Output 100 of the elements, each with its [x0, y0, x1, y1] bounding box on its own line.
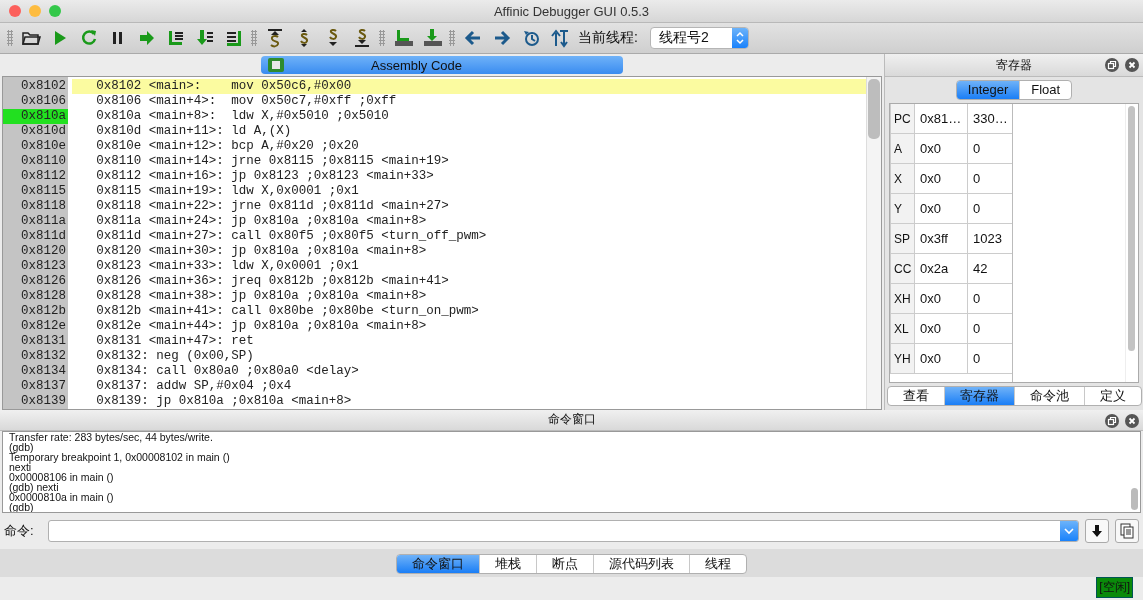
code-line: 0x8115 <main+19>: ldw X,0x0001 ;0x1: [95, 184, 360, 199]
console-line: Transfer rate: 283 bytes/sec, 44 bytes/write.: [9, 431, 214, 442]
copy-button[interactable]: [1115, 519, 1139, 544]
console-line: (gdb): [9, 441, 34, 452]
register-name: X: [890, 164, 914, 194]
tab[interactable]: 堆栈: [479, 555, 536, 573]
tab[interactable]: 查看: [887, 387, 944, 405]
address-label: 0x812e: [20, 319, 67, 334]
table-cell: 0x0: [914, 344, 967, 374]
scrollbar[interactable]: [866, 77, 881, 409]
code-line: 0x8134: call 0x80a0 ;0x80a0 <delay>: [95, 364, 360, 379]
address-label: 0x8137: [20, 379, 67, 394]
tab[interactable]: Integer: [956, 81, 1020, 99]
register-name: XL: [890, 314, 914, 344]
code-line: 0x8120 <main+30>: jp 0x810a ;0x810a <main+8>: [95, 244, 428, 259]
asm-step-icon[interactable]: [392, 28, 413, 48]
code-line: 0x8118 <main+22>: jrne 0x811d ;0x811d <main+27>: [95, 199, 450, 214]
address-label: 0x810a: [3, 109, 69, 124]
tab[interactable]: 断点: [536, 555, 593, 573]
run-button[interactable]: [1085, 519, 1109, 544]
address-label: 0x811d: [20, 229, 67, 244]
code-line: 0x8131 <main+47>: ret: [95, 334, 255, 349]
address-label: 0x8102: [20, 79, 67, 94]
float-window-icon[interactable]: [1105, 58, 1119, 72]
table-cell: 0x0: [914, 314, 967, 344]
arrow-left-icon[interactable]: [462, 28, 483, 48]
scrollbar[interactable]: [1125, 104, 1138, 382]
panel-title: Assembly Code: [370, 57, 463, 73]
tab[interactable]: 源代码列表: [593, 555, 689, 573]
console-line: 0x00008106 in main (): [9, 471, 115, 482]
address-label: 0x8118: [20, 199, 67, 214]
tab[interactable]: 命令窗口: [397, 555, 479, 573]
arrow-down-icon: [1091, 524, 1103, 539]
address-label: 0x8106: [20, 94, 67, 109]
code-line: 0x8132: neg (0x00,SP): [95, 349, 255, 364]
address-label: 0x8110: [20, 154, 67, 169]
address-label: 0x8128: [20, 289, 67, 304]
scroll-thumb[interactable]: [1131, 487, 1138, 510]
address-label: 0x810e: [20, 139, 67, 154]
code-line: 0x810e <main+12>: bcp A,#0x20 ;0x20: [95, 139, 360, 154]
code-line: 0x8123 <main+33>: ldw X,0x0001 ;0x1: [95, 259, 360, 274]
status-indicator: [空闲]: [1096, 577, 1133, 598]
register-name: A: [890, 134, 914, 164]
table-cell: 0: [967, 344, 1012, 374]
scroll-thumb[interactable]: [1128, 106, 1135, 351]
table-cell: 0x2a: [914, 254, 967, 284]
table-cell: 0: [967, 134, 1012, 164]
address-label: 0x8112: [20, 169, 67, 184]
address-label: 0x8131: [20, 334, 67, 349]
table-cell: 0: [967, 164, 1012, 194]
copy-icon: [1120, 523, 1134, 540]
tab[interactable]: 命令池: [1013, 387, 1084, 405]
table-cell: 330…: [967, 104, 1012, 134]
code-line: 0x8110 <main+14>: jrne 0x8115 ;0x8115 <main+19>: [95, 154, 450, 169]
register-name: SP: [890, 224, 914, 254]
command-input[interactable]: [48, 520, 1079, 543]
register-name: Y: [890, 194, 914, 224]
table-cell: 0x3ff: [914, 224, 967, 254]
console-line: Temporary breakpoint 1, 0x00008102 in main (): [9, 451, 231, 462]
console-line: 0x0000810a in main (): [9, 491, 115, 502]
address-label: 0x8120: [20, 244, 67, 259]
code-line: 0x811d <main+27>: call 0x80f5 ;0x80f5 <turn_off_pwm>: [95, 229, 488, 244]
panel-title: 寄存器: [996, 56, 1032, 74]
address-label: 0x810d: [20, 124, 67, 139]
address-label: 0x812b: [20, 304, 67, 319]
chevron-down-icon: [1064, 527, 1074, 536]
close-icon[interactable]: [1125, 414, 1139, 428]
close-icon[interactable]: [1125, 58, 1139, 72]
panel-title: 命令窗口: [547, 411, 596, 429]
register-name: PC: [890, 104, 914, 134]
float-window-icon[interactable]: [1105, 414, 1119, 428]
code-line: 0x812e <main+44>: jp 0x810a ;0x810a <main+8>: [95, 319, 428, 334]
sort-arrows-icon[interactable]: [549, 28, 570, 48]
code-line: 0x8137: addw SP,#0x04 ;0x4: [95, 379, 293, 394]
table-cell: 0: [967, 314, 1012, 344]
address-label: 0x8134: [20, 364, 67, 379]
table-cell: 0x0: [914, 164, 967, 194]
code-line: 0x8106 <main+4>: mov 0x50c7,#0xff ;0xff: [95, 94, 398, 109]
code-line: 0x811a <main+24>: jp 0x810a ;0x810a <main+8>: [95, 214, 428, 229]
address-label: 0x8123: [20, 259, 67, 274]
code-line: 0x8128 <main+38>: jp 0x810a ;0x810a <main+8>: [95, 289, 428, 304]
thread-dropdown[interactable]: 线程号2: [649, 27, 749, 49]
scroll-thumb[interactable]: [868, 79, 880, 139]
command-label: 命令:: [4, 522, 35, 541]
address-label: 0x8132: [20, 349, 67, 364]
table-cell: 42: [967, 254, 1012, 284]
address-label: 0x8126: [20, 274, 67, 289]
window-title: Affinic Debugger GUI 0.5.3: [493, 3, 650, 19]
table-cell: 0x0: [914, 194, 967, 224]
code-line: 0x812b <main+41>: call 0x80be ;0x80be <turn_on_pwm>: [95, 304, 480, 319]
address-label: 0x811a: [20, 214, 67, 229]
tab[interactable]: Float: [1019, 81, 1072, 99]
tab[interactable]: 寄存器: [943, 387, 1014, 405]
asm-step-into-icon[interactable]: [421, 28, 442, 48]
address-label: 0x8139: [20, 394, 67, 409]
tab[interactable]: 线程: [689, 555, 746, 573]
table-cell: 0: [967, 284, 1012, 314]
table-cell: 1023: [967, 224, 1012, 254]
register-name: YH: [890, 344, 914, 374]
tab[interactable]: 定义: [1083, 387, 1141, 405]
